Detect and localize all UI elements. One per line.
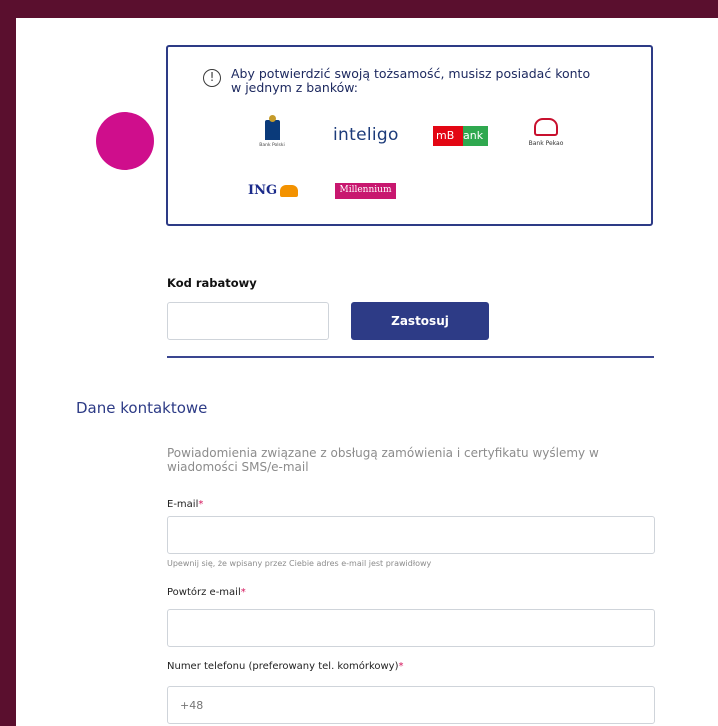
apply-discount-button[interactable]: Zastosuj [351,302,489,340]
millennium-logo: Millennium [335,183,396,199]
email-hint: Upewnij się, że wpisany przez Ciebie adr… [167,559,432,568]
phone-label: Numer telefonu (preferowany tel. komórko… [167,661,404,672]
contact-section-title: Dane kontaktowe [76,399,208,417]
discount-code-label: Kod rabatowy [167,276,257,290]
discount-code-input[interactable] [167,302,329,340]
repeat-email-field[interactable] [167,609,655,647]
banks-info-text: Aby potwierdzić swoją tożsamość, musisz … [231,66,591,95]
contact-notice: Powiadomienia związane z obsługą zamówie… [167,446,599,474]
supported-banks-box: ! Aby potwierdzić swoją tożsamość, musis… [166,45,653,226]
lion-icon [280,184,299,197]
page-content: ! Aby potwierdzić swoją tożsamość, musis… [16,18,718,726]
info-icon: ! [203,69,221,87]
pink-circle-marker [96,112,154,170]
phone-field[interactable] [167,686,655,724]
mbank-logo: mB ank [433,126,488,146]
inteligo-logo: inteligo [333,125,399,145]
email-field[interactable] [167,516,655,554]
section-divider [167,356,654,358]
bison-icon [534,118,558,136]
email-label: E-mail* [167,499,204,510]
pko-bank-logo: Bank Polski [252,115,292,148]
pko-icon [264,115,280,140]
bank-pekao-logo: Bank Pekao [526,118,566,147]
repeat-email-label: Powtórz e-mail* [167,587,246,598]
ing-logo: ING [248,183,299,198]
